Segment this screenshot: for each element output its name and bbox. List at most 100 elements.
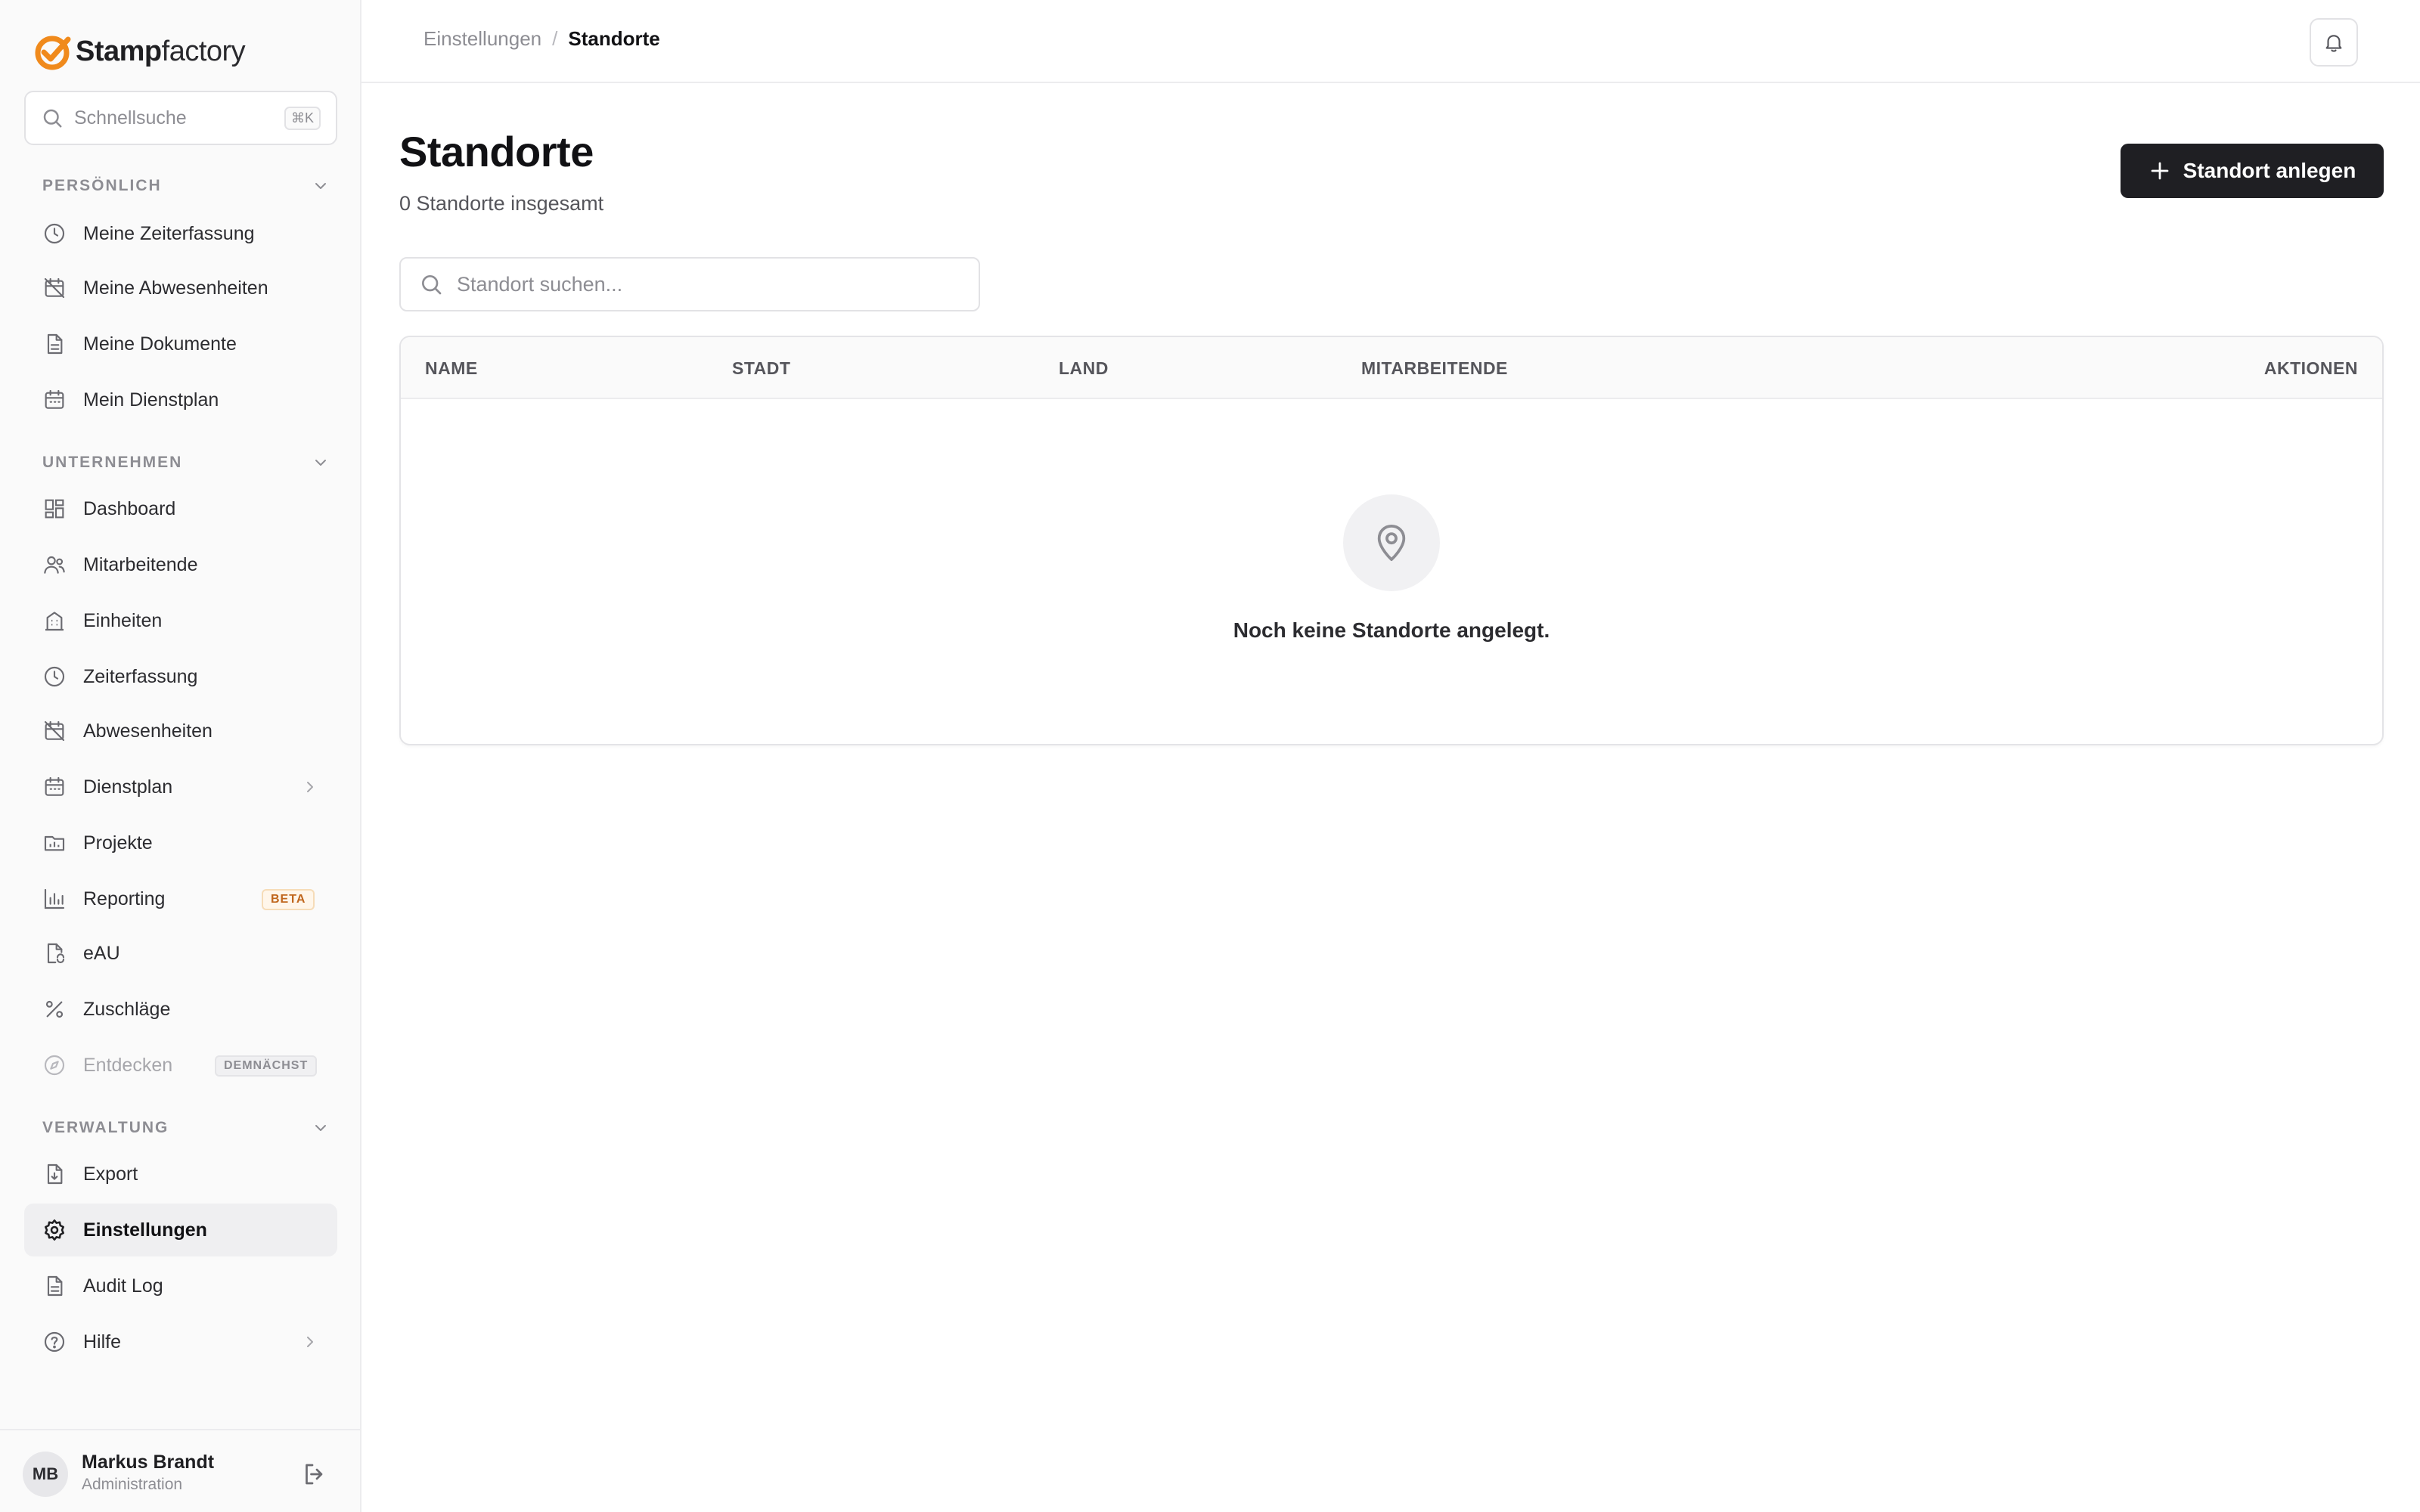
dashboard-icon: [42, 497, 67, 521]
sidebar-item-label: Abwesenheiten: [83, 720, 213, 742]
sidebar-item-meine-dokumente[interactable]: Meine Dokumente: [24, 318, 337, 370]
sidebar-item-dienstplan[interactable]: Dienstplan: [24, 761, 337, 813]
users-icon: [42, 553, 67, 577]
page-title: Standorte: [399, 128, 594, 175]
quick-search[interactable]: ⌘K: [24, 91, 337, 145]
section-title: UNTERNEHMEN: [42, 454, 183, 471]
locations-table: NAME STADT LAND MITARBEITENDE AKTIONEN N…: [399, 336, 2384, 745]
sidebar-item-label: Mitarbeitende: [83, 553, 198, 575]
file-export-icon: [42, 1162, 67, 1186]
keyboard-shortcut-hint: ⌘K: [284, 106, 321, 130]
sidebar-item-label: Einstellungen: [83, 1219, 207, 1241]
topbar: Einstellungen / Standorte: [361, 0, 2420, 83]
sidebar-item-zeiterfassung[interactable]: Zeiterfassung: [24, 650, 337, 703]
column-header-aktionen: AKTIONEN: [2263, 358, 2358, 378]
sidebar-item-entdecken: Entdecken DEMNÄCHST: [24, 1039, 337, 1092]
gear-icon: [42, 1218, 67, 1242]
sidebar-item-label: Projekte: [83, 832, 153, 854]
sidebar-item-projekte[interactable]: Projekte: [24, 816, 337, 869]
section-title: VERWALTUNG: [42, 1119, 169, 1136]
chevron-right-icon: [307, 782, 313, 792]
section-title: PERSÖNLICH: [42, 177, 162, 194]
create-location-button[interactable]: Standort anlegen: [2121, 144, 2384, 198]
chevron-down-icon: [315, 460, 326, 466]
breadcrumb: Einstellungen / Standorte: [424, 27, 660, 51]
user-role: Administration: [82, 1476, 183, 1493]
calendar-icon: [42, 775, 67, 799]
location-search-input[interactable]: [457, 272, 960, 296]
column-header-stadt[interactable]: STADT: [732, 358, 790, 379]
sidebar-item-abwesenheiten[interactable]: Abwesenheiten: [24, 705, 337, 758]
empty-state-icon: [1343, 494, 1440, 591]
notifications-button[interactable]: [2310, 18, 2358, 67]
app-root: Stampfactory ⌘K PERSÖNLICH Meine Zeiterf…: [0, 0, 2420, 1512]
map-pin-icon: [1377, 524, 1406, 562]
column-header-mitarbeitende[interactable]: MITARBEITENDE: [1361, 358, 1508, 379]
chevron-right-icon: [307, 1337, 313, 1347]
sidebar-item-label: Meine Abwesenheiten: [83, 277, 268, 299]
percent-icon: [42, 997, 67, 1021]
file-sync-icon: [42, 941, 67, 965]
sidebar-item-meine-abwesenheiten[interactable]: Meine Abwesenheiten: [24, 262, 337, 314]
section-header-verwaltung[interactable]: VERWALTUNG: [42, 1113, 330, 1143]
sidebar-item-hilfe[interactable]: Hilfe: [24, 1315, 337, 1368]
column-header-name[interactable]: NAME: [425, 358, 478, 379]
sidebar-item-label: Audit Log: [83, 1275, 163, 1297]
sidebar-item-label: Meine Dokumente: [83, 333, 237, 355]
sidebar-item-meine-zeiterfassung[interactable]: Meine Zeiterfassung: [24, 207, 337, 260]
calendar-off-icon: [42, 276, 67, 300]
sidebar-item-label: eAU: [83, 942, 120, 964]
document-icon: [42, 332, 67, 356]
compass-icon: [42, 1053, 67, 1077]
section-header-persoenlich[interactable]: PERSÖNLICH: [42, 171, 330, 201]
table-header: NAME STADT LAND MITARBEITENDE AKTIONEN: [401, 337, 2382, 399]
sidebar-item-reporting[interactable]: Reporting BETA: [24, 872, 337, 925]
document-icon: [42, 1274, 67, 1298]
page-subtitle: 0 Standorte insgesamt: [399, 192, 604, 215]
sidebar-item-einstellungen[interactable]: Einstellungen: [24, 1204, 337, 1256]
clock-icon: [42, 665, 67, 689]
avatar[interactable]: MB: [23, 1452, 68, 1497]
column-header-land[interactable]: LAND: [1059, 358, 1109, 379]
folder-chart-icon: [42, 831, 67, 855]
section-header-unternehmen[interactable]: UNTERNEHMEN: [42, 448, 330, 478]
beta-badge: BETA: [262, 889, 315, 910]
create-location-label: Standort anlegen: [2183, 159, 2356, 182]
sidebar-item-mitarbeitende[interactable]: Mitarbeitende: [24, 538, 337, 591]
sidebar-item-label: Dienstplan: [83, 776, 173, 798]
sidebar-item-dashboard[interactable]: Dashboard: [24, 482, 337, 535]
sidebar-item-label: Entdecken: [83, 1054, 173, 1076]
logout-icon[interactable]: [301, 1461, 328, 1488]
search-icon: [43, 109, 62, 128]
breadcrumb-current: Standorte: [568, 27, 660, 50]
sidebar-item-label: Dashboard: [83, 497, 176, 519]
breadcrumb-einstellungen[interactable]: Einstellungen: [424, 27, 541, 51]
calendar-off-icon: [42, 719, 67, 743]
building-icon: [42, 609, 67, 633]
clock-icon: [42, 222, 67, 246]
sidebar-item-eau[interactable]: eAU: [24, 927, 337, 980]
brand-name: Stampfactory: [76, 36, 246, 68]
sidebar-item-label: Meine Zeiterfassung: [83, 222, 255, 244]
sidebar-item-label: Zuschläge: [83, 998, 171, 1020]
brand-logo[interactable]: Stampfactory: [32, 30, 246, 73]
sidebar-item-label: Export: [83, 1163, 138, 1185]
quick-search-input[interactable]: [74, 107, 284, 129]
sidebar-item-einheiten[interactable]: Einheiten: [24, 594, 337, 647]
sidebar-item-label: Reporting: [83, 888, 166, 909]
search-icon: [422, 275, 442, 295]
sidebar-item-mein-dienstplan[interactable]: Mein Dienstplan: [24, 373, 337, 426]
sidebar-item-export[interactable]: Export: [24, 1148, 337, 1201]
user-name: Markus Brandt: [82, 1452, 215, 1473]
sidebar: Stampfactory ⌘K PERSÖNLICH Meine Zeiterf…: [0, 0, 361, 1512]
breadcrumb-separator: /: [552, 27, 558, 50]
chevron-down-icon: [315, 183, 326, 189]
sidebar-item-label: Einheiten: [83, 609, 163, 631]
sidebar-item-audit-log[interactable]: Audit Log: [24, 1259, 337, 1312]
coming-soon-badge: DEMNÄCHST: [215, 1055, 318, 1077]
sidebar-item-zuschlaege[interactable]: Zuschläge: [24, 983, 337, 1036]
help-icon: [42, 1330, 67, 1354]
location-search[interactable]: [399, 257, 980, 311]
empty-state-text: Noch keine Standorte angelegt.: [1233, 618, 1550, 642]
plus-icon: [2151, 162, 2169, 180]
